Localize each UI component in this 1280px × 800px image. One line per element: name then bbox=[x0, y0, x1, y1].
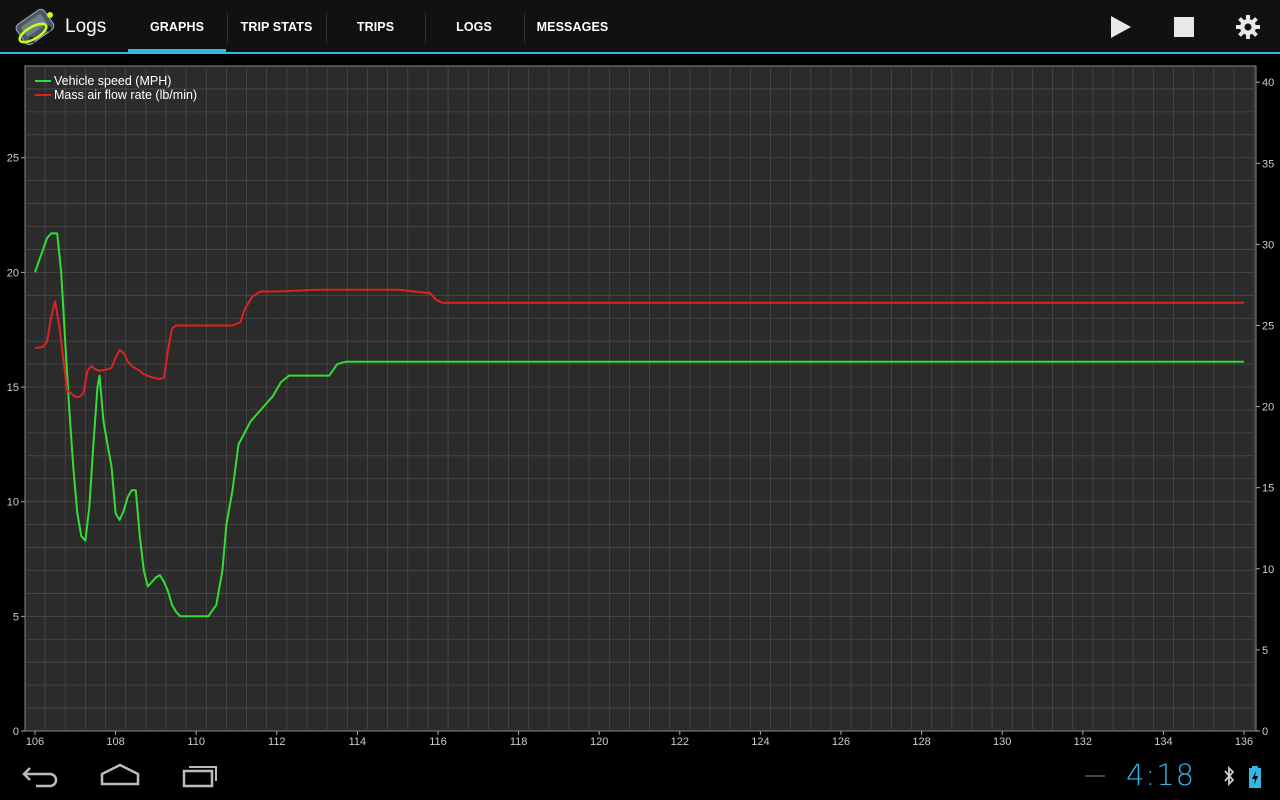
plot-area[interactable] bbox=[24, 65, 1257, 732]
right-tick-label: 0 bbox=[1262, 726, 1268, 738]
tab-messages[interactable]: MESSAGES bbox=[525, 0, 620, 52]
right-tick-label: 25 bbox=[1262, 321, 1274, 333]
x-tick-label: 124 bbox=[751, 736, 769, 748]
notification-indicator bbox=[1085, 775, 1105, 777]
legend-label: Vehicle speed (MPH) bbox=[54, 74, 171, 88]
x-tick-label: 132 bbox=[1074, 736, 1092, 748]
stop-icon[interactable] bbox=[1169, 12, 1199, 42]
left-tick-label: 20 bbox=[7, 267, 19, 279]
car-obd-logo-icon[interactable] bbox=[10, 3, 60, 51]
right-tick-label: 10 bbox=[1262, 564, 1274, 576]
right-tick-label: 5 bbox=[1262, 645, 1268, 657]
right-tick-label: 35 bbox=[1262, 158, 1274, 170]
x-tick-label: 120 bbox=[590, 736, 608, 748]
x-tick-label: 110 bbox=[187, 736, 205, 748]
x-tick-label: 116 bbox=[429, 736, 447, 748]
back-icon[interactable] bbox=[16, 760, 64, 790]
x-tick-label: 126 bbox=[832, 736, 850, 748]
right-tick-label: 40 bbox=[1262, 77, 1274, 89]
gear-icon[interactable] bbox=[1233, 12, 1263, 42]
x-tick-label: 118 bbox=[510, 736, 528, 748]
x-tick-label: 112 bbox=[268, 736, 286, 748]
x-tick-label: 108 bbox=[106, 736, 124, 748]
right-tick-label: 20 bbox=[1262, 402, 1274, 414]
home-icon[interactable] bbox=[96, 760, 144, 790]
left-tick-label: 15 bbox=[7, 382, 19, 394]
right-tick-label: 15 bbox=[1262, 483, 1274, 495]
left-tick-label: 0 bbox=[13, 726, 19, 738]
app-title: Logs bbox=[65, 16, 107, 37]
x-tick-label: 134 bbox=[1154, 736, 1172, 748]
action-bar: Logs GRAPHS TRIP STATS TRIPS LOGS MESSAG… bbox=[0, 0, 1280, 54]
left-tick-label: 5 bbox=[13, 611, 19, 623]
x-tick-label: 114 bbox=[349, 736, 367, 748]
left-tick-label: 25 bbox=[7, 153, 19, 165]
tab-trip-stats[interactable]: TRIP STATS bbox=[228, 0, 325, 52]
x-tick-label: 130 bbox=[993, 736, 1011, 748]
x-tick-label: 128 bbox=[912, 736, 930, 748]
bluetooth-icon bbox=[1224, 766, 1235, 786]
tab-graphs[interactable]: GRAPHS bbox=[128, 0, 226, 54]
x-tick-label: 136 bbox=[1235, 736, 1253, 748]
legend-label: Mass air flow rate (lb/min) bbox=[54, 88, 197, 102]
left-tick-label: 10 bbox=[7, 497, 19, 509]
play-icon[interactable] bbox=[1105, 12, 1135, 42]
line-chart[interactable]: 106 108 110 112 114 116 118 120 122 124 126 128 130 1… bbox=[0, 56, 1280, 750]
tab-trips[interactable]: TRIPS bbox=[327, 0, 424, 52]
battery-charging-icon bbox=[1249, 766, 1261, 788]
recent-apps-icon[interactable] bbox=[176, 760, 224, 790]
x-tick-label: 122 bbox=[671, 736, 689, 748]
tab-logs[interactable]: LOGS bbox=[426, 0, 522, 52]
right-tick-label: 30 bbox=[1262, 239, 1274, 251]
status-clock: 4:18 bbox=[1126, 758, 1196, 792]
x-tick-label: 106 bbox=[26, 736, 44, 748]
graph-panel[interactable]: 106 108 110 112 114 116 118 120 122 124 126 128 130 1… bbox=[0, 56, 1280, 750]
